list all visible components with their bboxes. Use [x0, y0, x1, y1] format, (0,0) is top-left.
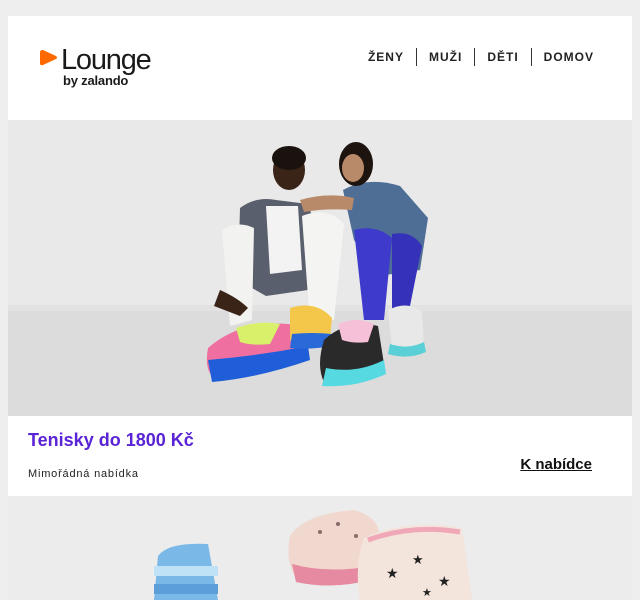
- logo-subtitle: by zalando: [63, 73, 129, 88]
- offer-cta-link[interactable]: K nabídce: [520, 456, 592, 473]
- boots-illustration: ★ ★ ★ ★: [8, 496, 632, 600]
- offer-title[interactable]: Tenisky do 1800 Kč: [28, 430, 194, 451]
- lounge-logo[interactable]: Lounge by zalando: [39, 44, 169, 106]
- nav-item-zeny[interactable]: ŽENY: [356, 48, 416, 66]
- svg-text:★: ★: [422, 586, 432, 599]
- svg-text:★: ★: [438, 574, 451, 590]
- offer-subtitle: Mimořádná nabídka: [28, 468, 139, 480]
- offer-block: Tenisky do 1800 Kč Mimořádná nabídka K n…: [8, 416, 632, 496]
- svg-text:★: ★: [412, 553, 424, 568]
- nav-item-muzi[interactable]: MUŽI: [417, 48, 474, 66]
- hero-image[interactable]: [8, 120, 632, 416]
- svg-text:★: ★: [386, 566, 399, 582]
- nav-item-deti[interactable]: DĚTI: [475, 48, 530, 66]
- logo-wordmark: Lounge: [61, 44, 152, 76]
- nav-item-domov[interactable]: DOMOV: [532, 48, 606, 66]
- play-icon: [40, 50, 57, 66]
- category-nav: ŽENY MUŽI DĚTI DOMOV: [356, 48, 606, 66]
- email-header: Lounge by zalando ŽENY MUŽI DĚTI DOMOV: [8, 16, 632, 120]
- product-image[interactable]: ★ ★ ★ ★: [8, 496, 632, 600]
- hero-illustration: [8, 120, 632, 416]
